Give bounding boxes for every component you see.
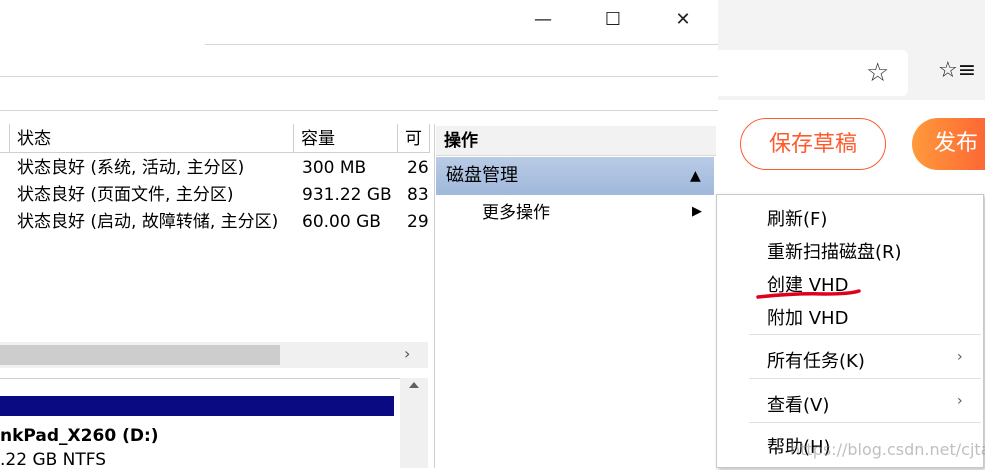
- watermark: https://blog.csdn.net/cjtaitan: [790, 440, 985, 459]
- row-status: 状态良好 (启动, 故障转储, 主分区): [17, 212, 279, 232]
- publish-button[interactable]: 发布: [912, 118, 985, 170]
- menu-item-refresh[interactable]: 刷新(F): [767, 205, 827, 231]
- menubar-divider: [205, 44, 718, 45]
- row-free: 29: [407, 212, 429, 232]
- column-edge: [0, 124, 10, 152]
- partition-header-bar: [0, 396, 394, 416]
- menu-item-rescan-disks[interactable]: 重新扫描磁盘(R): [767, 238, 902, 264]
- volume-name[interactable]: nkPad_X260 (D:): [0, 426, 159, 446]
- toolbar-divider: [0, 76, 718, 77]
- more-actions-item[interactable]: 更多操作: [482, 200, 550, 226]
- close-button[interactable]: ✕: [660, 4, 706, 36]
- row-free: 26: [407, 158, 429, 178]
- content-divider: [0, 110, 718, 111]
- chevron-right-icon: ›: [957, 349, 963, 365]
- row-status: 状态良好 (页面文件, 主分区): [17, 185, 234, 205]
- row-status: 状态良好 (系统, 活动, 主分区): [17, 158, 245, 178]
- row-capacity: 931.22 GB: [302, 185, 392, 205]
- menu-item-all-tasks[interactable]: 所有任务(K): [767, 347, 865, 373]
- context-menu: 刷新(F) 重新扫描磁盘(R) 创建 VHD 附加 VHD 所有任务(K) › …: [716, 194, 984, 468]
- menu-separator: [749, 378, 981, 379]
- red-underline-annotation: [756, 289, 861, 299]
- maximize-icon: ☐: [604, 9, 622, 30]
- more-actions-label: 更多操作: [482, 203, 550, 223]
- vertical-scrollbar[interactable]: [400, 378, 428, 468]
- volume-size: .22 GB NTFS: [0, 450, 107, 470]
- column-capacity[interactable]: 容量: [294, 124, 398, 152]
- volume-table-header: 状态 容量 可: [0, 124, 430, 153]
- actions-title: 操作: [436, 126, 716, 156]
- disk-management-action[interactable]: 磁盘管理 ▲: [436, 157, 714, 195]
- favorite-star-icon[interactable]: ☆: [866, 58, 889, 88]
- menu-item-attach-vhd[interactable]: 附加 VHD: [767, 304, 848, 330]
- row-capacity: 60.00 GB: [302, 212, 381, 232]
- row-capacity: 300 MB: [302, 158, 367, 178]
- minimize-icon: —: [534, 9, 552, 30]
- menu-separator: [749, 334, 981, 335]
- collapse-icon[interactable]: ▲: [690, 157, 701, 195]
- column-free[interactable]: 可: [398, 124, 430, 152]
- submenu-arrow-icon: ▶: [692, 204, 702, 219]
- menu-separator: [749, 422, 981, 423]
- save-draft-button[interactable]: 保存草稿: [740, 118, 886, 170]
- scroll-up-icon[interactable]: [409, 382, 419, 388]
- scroll-right-icon[interactable]: ›: [404, 344, 410, 363]
- favorites-list-icon[interactable]: ☆≡: [938, 58, 976, 83]
- chevron-right-icon: ›: [957, 393, 963, 409]
- column-status[interactable]: 状态: [10, 124, 294, 152]
- close-icon: ✕: [675, 9, 691, 30]
- minimize-button[interactable]: —: [520, 4, 566, 36]
- menu-item-view[interactable]: 查看(V): [767, 391, 829, 417]
- disk-management-label: 磁盘管理: [446, 165, 518, 186]
- row-free: 83: [407, 185, 429, 205]
- maximize-button[interactable]: ☐: [590, 4, 636, 36]
- scrollbar-thumb[interactable]: [0, 345, 280, 365]
